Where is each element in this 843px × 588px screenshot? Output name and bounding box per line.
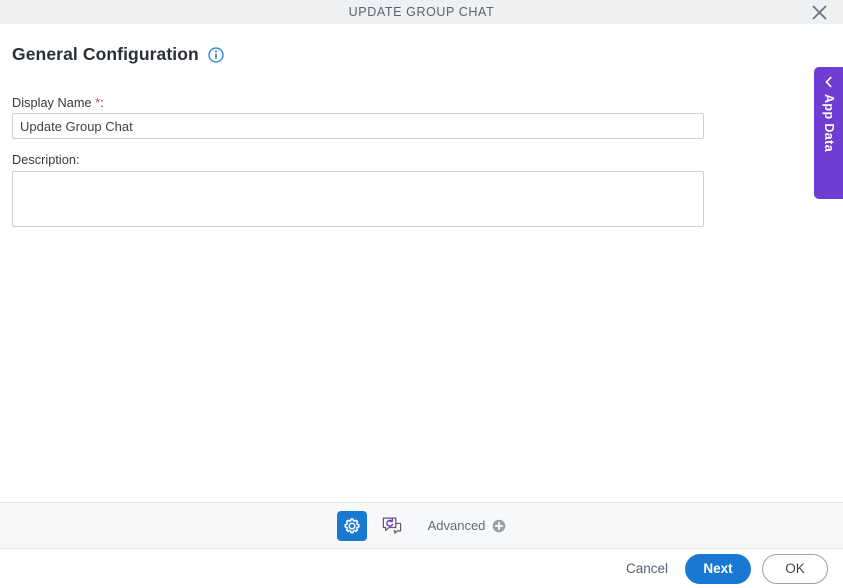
page-title: General Configuration xyxy=(12,44,199,65)
app-data-panel-toggle[interactable]: App Data xyxy=(814,67,843,199)
display-name-colon: : xyxy=(100,96,104,110)
gear-icon xyxy=(343,517,361,535)
cancel-button[interactable]: Cancel xyxy=(620,554,674,584)
description-textarea[interactable] xyxy=(12,171,704,227)
dialog-body: General Configuration Display Name *: De… xyxy=(0,24,843,502)
section-header: General Configuration xyxy=(12,44,224,65)
plus-circle-icon[interactable] xyxy=(492,519,506,533)
chat-refresh-icon xyxy=(381,515,403,537)
general-configuration-tab-button[interactable] xyxy=(337,511,367,541)
display-name-label: Display Name *: xyxy=(12,95,104,110)
close-icon xyxy=(812,5,827,20)
next-button[interactable]: Next xyxy=(685,554,751,584)
app-data-label: App Data xyxy=(822,94,835,152)
dialog-footer: Cancel Next OK xyxy=(0,549,843,588)
window-title-bar: UPDATE GROUP CHAT xyxy=(0,0,843,24)
info-circle-icon[interactable] xyxy=(208,47,224,63)
display-name-input[interactable] xyxy=(12,113,704,139)
advanced-label: Advanced xyxy=(428,518,486,533)
description-label: Description: xyxy=(12,153,80,167)
close-button[interactable] xyxy=(799,0,839,24)
display-name-label-text: Display Name xyxy=(12,96,92,110)
chat-refresh-tab-button[interactable] xyxy=(378,512,406,540)
chevron-left-icon xyxy=(823,76,835,88)
ok-button[interactable]: OK xyxy=(762,554,828,584)
advanced-add-control[interactable]: Advanced xyxy=(428,518,507,533)
dialog-toolbar: Advanced xyxy=(0,502,843,549)
window-title: UPDATE GROUP CHAT xyxy=(349,5,495,19)
